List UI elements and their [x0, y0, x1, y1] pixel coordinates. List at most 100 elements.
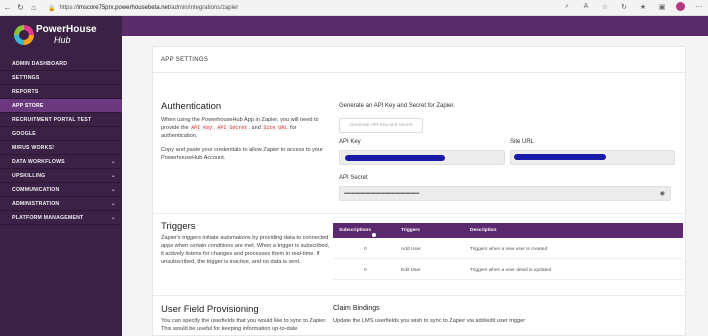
home-icon[interactable]: ⌂ — [28, 2, 39, 13]
chevron-down-icon: ⌄ — [110, 201, 116, 207]
chevron-down-icon: ⌄ — [110, 215, 116, 221]
generate-label: Generate an API Key and Secret for Zapie… — [339, 103, 455, 109]
subscriptions-count: 0 — [364, 268, 367, 273]
sidebar-item-label: UPSKILLING — [12, 172, 46, 179]
claim-bindings-text: Update the LMS userfields you wish to sy… — [333, 318, 526, 324]
trigger-description: Triggers when a user detail is updated — [470, 268, 552, 273]
sidebar-item-label: APP STORE — [12, 102, 44, 109]
user-field-title: User Field Provisioning — [161, 304, 259, 315]
table-header: Subscriptions Triggers Description — [333, 223, 683, 238]
column-description: Description — [470, 228, 497, 233]
authentication-text-2: Copy and paste your credentials to allow… — [161, 147, 323, 161]
auth-text-line1: When using the PowerhouseHub App in Zapi… — [161, 117, 319, 123]
eye-icon[interactable]: ◉ — [660, 190, 665, 197]
api-key-label: API Key — [339, 139, 361, 145]
sidebar-item-admin-dashboard[interactable]: ADMIN DASHBOARD — [0, 57, 122, 71]
search-icon[interactable]: ⌕ — [562, 3, 572, 11]
sidebar-item-label: REPORTS — [12, 88, 39, 95]
auth-text-line2: provide the API Key, API Secret, and Sit… — [161, 125, 297, 139]
chevron-down-icon: ⌄ — [110, 173, 116, 179]
url-path: /admin/integrations/zapier — [169, 5, 239, 11]
info-icon[interactable] — [371, 233, 376, 237]
sidebar-item-label: COMMUNICATION — [12, 186, 60, 193]
divider — [153, 295, 687, 296]
site-url-field[interactable] — [510, 150, 675, 165]
table-row[interactable]: 0 Edit User Triggers when a user detail … — [333, 260, 683, 280]
table-row[interactable]: 0 Add User Triggers when a new user is c… — [333, 239, 683, 259]
sidebar-item-label: DATA WORKFLOWS — [12, 158, 65, 165]
refresh-icon[interactable]: ↻ — [619, 3, 629, 11]
subscriptions-count: 0 — [364, 247, 367, 252]
profile-avatar[interactable] — [676, 2, 685, 11]
authentication-text: When using the PowerhouseHub App in Zapi… — [161, 116, 331, 140]
redaction-mark — [345, 155, 445, 161]
app-settings-card: APP SETTINGS Authentication When using t… — [152, 46, 687, 336]
redaction-mark — [514, 154, 606, 160]
trigger-description: Triggers when a new user is created — [470, 247, 548, 252]
sidebar-item-app-store[interactable]: APP STORE — [0, 99, 122, 113]
sidebar-item-platform-management[interactable]: PLATFORM MANAGEMENT ⌄ — [0, 211, 122, 225]
sidebar-item-mirus-works[interactable]: MIRUS WORKS! — [0, 141, 122, 155]
sidebar-item-settings[interactable]: SETTINGS — [0, 71, 122, 85]
logo-mark-icon — [14, 25, 34, 45]
generate-api-key-button[interactable]: Generate API Key and Secret — [339, 118, 423, 133]
triggers-text: Zapier's triggers initiate automations b… — [161, 235, 330, 265]
chevron-down-icon: ⌄ — [110, 159, 116, 165]
column-subscriptions: Subscriptions — [339, 228, 376, 237]
api-key-field[interactable] — [339, 150, 505, 165]
column-subscriptions-label: Subscriptions — [339, 228, 371, 233]
sidebar-item-label: RECRUITMENT PORTAL TEST — [12, 116, 92, 123]
sidebar-item-recruitment-portal-test[interactable]: RECRUITMENT PORTAL TEST — [0, 113, 122, 127]
url-host: lmscore75prx.powerhousebeta.net — [77, 5, 170, 11]
triggers-title: Triggers — [161, 221, 196, 232]
sidebar-item-label: GOOGLE — [12, 130, 36, 137]
sidebar-item-administration[interactable]: ADMINISTRATION ⌄ — [0, 197, 122, 211]
sidebar-item-label: ADMINISTRATION — [12, 200, 60, 207]
api-secret-field[interactable]: ••••••••••••••••••••••••••••••••••••••••… — [339, 186, 671, 201]
sidebar: PowerHouse Hub ADMIN DASHBOARD SETTINGS RE… — [0, 16, 122, 336]
api-secret-label: API Secret — [339, 175, 368, 181]
claim-bindings-title: Claim Bindings — [333, 305, 380, 312]
browser-toolbar: ← ↻ ⌂ 🔒 https://lmscore75prx.powerhouseb… — [0, 0, 708, 16]
column-triggers: Triggers — [401, 228, 420, 233]
auth-text-pre: provide the — [161, 125, 189, 131]
lock-icon: 🔒 — [48, 5, 56, 12]
logo-subtext: Hub — [54, 35, 71, 45]
auth-text-mid: , and — [248, 125, 261, 131]
main-content: APP SETTINGS Authentication When using t… — [122, 36, 708, 336]
sidebar-item-label: SETTINGS — [12, 74, 40, 81]
api-secret-code: API Secret — [216, 125, 249, 131]
sidebar-item-label: MIRUS WORKS! — [12, 144, 55, 151]
site-url-code: Site URL — [262, 125, 289, 131]
trigger-name: Edit User — [401, 268, 421, 273]
collections-icon[interactable]: ▣ — [657, 3, 667, 11]
url-prefix: https:// — [59, 5, 78, 11]
logo-text: PowerHouse — [36, 24, 97, 35]
favorites-icon[interactable]: ★ — [638, 3, 648, 11]
api-secret-value: ••••••••••••••••••••••••••••••••••••••••… — [344, 191, 420, 197]
top-header-bar — [122, 16, 708, 36]
authentication-title: Authentication — [161, 101, 222, 112]
favorite-icon[interactable]: ☆ — [600, 3, 610, 11]
trigger-name: Add User — [401, 247, 421, 252]
logo[interactable]: PowerHouse Hub — [0, 16, 122, 56]
card-header: APP SETTINGS — [153, 47, 687, 73]
address-bar[interactable]: 🔒 https://lmscore75prx.powerhousebeta.ne… — [48, 2, 478, 14]
sidebar-item-data-workflows[interactable]: DATA WORKFLOWS ⌄ — [0, 155, 122, 169]
sidebar-item-google[interactable]: GOOGLE — [0, 127, 122, 141]
api-key-code: API Key — [190, 125, 214, 131]
sidebar-item-label: ADMIN DASHBOARD — [12, 60, 68, 67]
sidebar-item-reports[interactable]: REPORTS — [0, 85, 122, 99]
back-icon[interactable]: ← — [2, 2, 13, 13]
reload-icon[interactable]: ↻ — [15, 2, 26, 13]
sidebar-item-label: PLATFORM MANAGEMENT — [12, 214, 84, 221]
divider — [153, 213, 687, 214]
sidebar-item-upskilling[interactable]: UPSKILLING ⌄ — [0, 169, 122, 183]
user-field-text: You can specify the userfields that you … — [161, 318, 327, 332]
more-icon[interactable]: ⋯ — [694, 3, 704, 11]
read-aloud-icon[interactable]: A — [581, 3, 591, 10]
sidebar-item-communication[interactable]: COMMUNICATION ⌄ — [0, 183, 122, 197]
site-url-label: Site URL — [510, 139, 535, 145]
sidebar-menu: ADMIN DASHBOARD SETTINGS REPORTS APP STORE R… — [0, 57, 122, 225]
chevron-down-icon: ⌄ — [110, 187, 116, 193]
